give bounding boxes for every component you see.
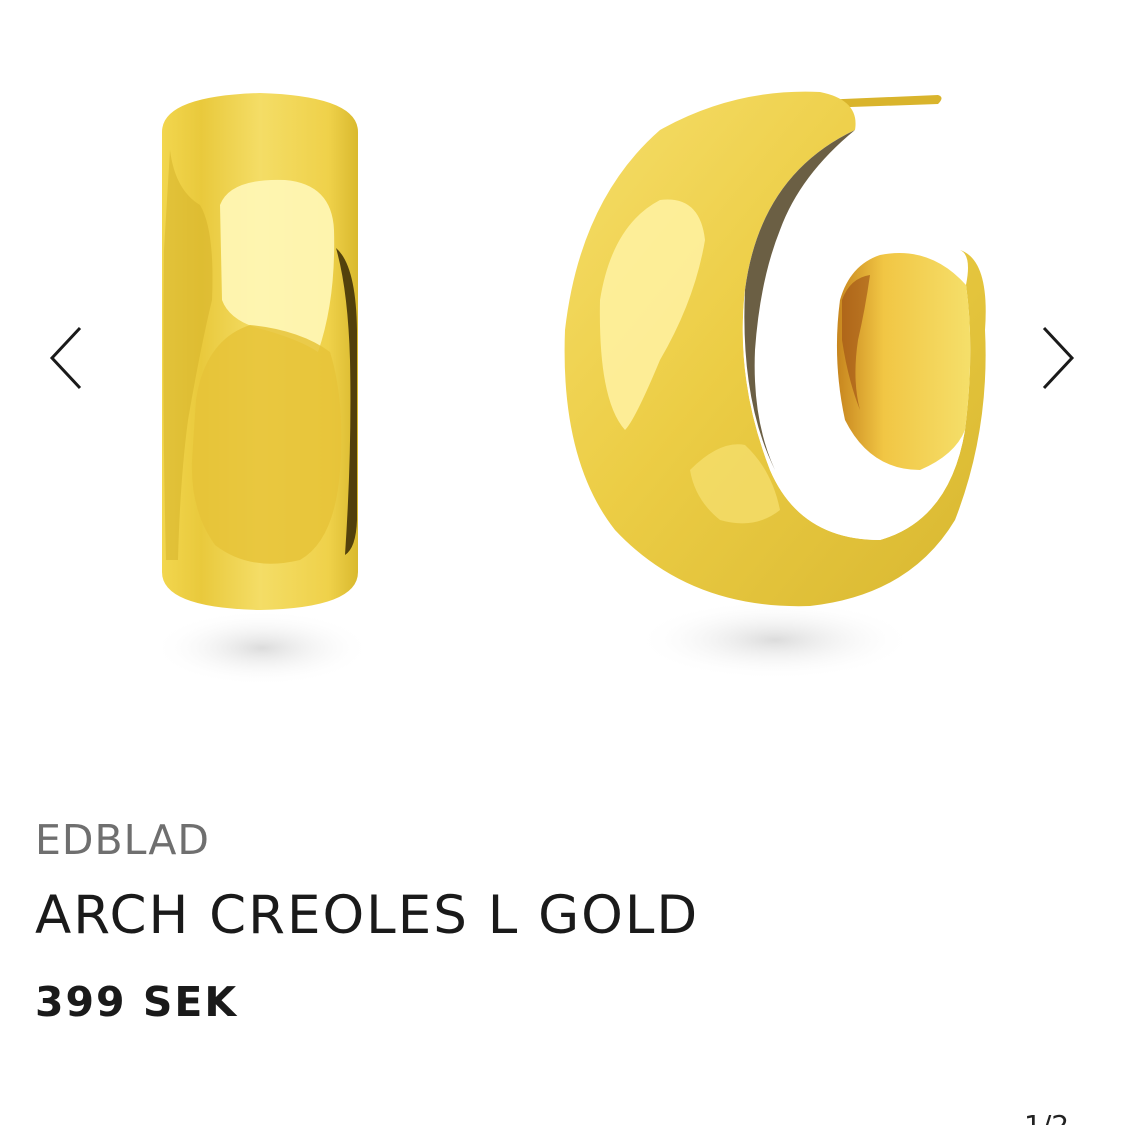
product-brand: EDBLAD bbox=[35, 816, 211, 864]
product-image bbox=[152, 91, 986, 686]
chevron-left-icon bbox=[49, 326, 82, 390]
image-pager: 1/2 bbox=[1024, 1106, 1069, 1125]
earring-side-view bbox=[162, 93, 358, 610]
chevron-right-icon bbox=[1042, 326, 1075, 390]
earring-front-view bbox=[564, 91, 986, 607]
product-gallery[interactable] bbox=[0, 0, 1125, 760]
product-title: ARCH CREOLES L GOLD bbox=[35, 885, 700, 946]
next-image-button[interactable] bbox=[1028, 318, 1088, 398]
previous-image-button[interactable] bbox=[36, 318, 96, 398]
product-page: EDBLAD ARCH CREOLES L GOLD 399 SEK 1/2 bbox=[0, 0, 1125, 1125]
product-info: EDBLAD ARCH CREOLES L GOLD 399 SEK bbox=[35, 810, 1095, 1032]
product-price: 399 SEK bbox=[35, 978, 239, 1026]
